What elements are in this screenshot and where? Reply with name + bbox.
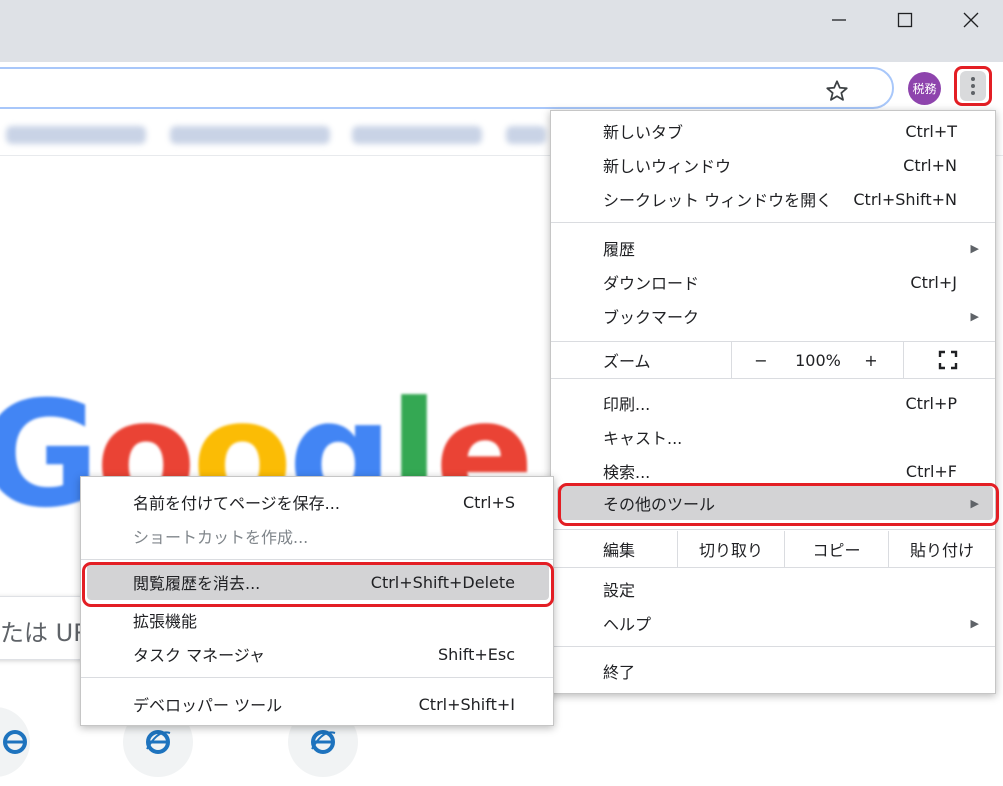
- menu-separator: [551, 529, 995, 530]
- menu-separator: [551, 646, 995, 647]
- cut-button[interactable]: 切り取り: [678, 531, 784, 567]
- menu-item-help[interactable]: ヘルプ ▶: [551, 606, 995, 640]
- maximize-button[interactable]: [872, 0, 938, 40]
- menu-item-label: 新しいタブ: [603, 123, 684, 142]
- menu-item-label: ヘルプ: [603, 615, 652, 634]
- submenu-arrow-icon: ▶: [970, 616, 979, 630]
- menu-item-label: 検索...: [603, 463, 651, 482]
- minimize-button[interactable]: [806, 0, 872, 40]
- menu-item-shortcut: Shift+Esc: [437, 644, 515, 664]
- menu-item-shortcut: Ctrl+J: [910, 272, 957, 292]
- bookmark-item[interactable]: [6, 126, 146, 144]
- menu-separator: [551, 222, 995, 223]
- ie-icon: [146, 730, 171, 754]
- paste-button[interactable]: 貼り付け: [889, 531, 995, 567]
- menu-item-save-page[interactable]: 名前を付けてページを保存... Ctrl+S: [81, 485, 553, 519]
- menu-item-shortcut: Ctrl+T: [905, 121, 957, 141]
- menu-item-developer-tools[interactable]: デベロッパー ツール Ctrl+Shift+I: [81, 687, 553, 721]
- title-bar: [0, 0, 1003, 62]
- edit-label: 編集: [603, 541, 636, 560]
- menu-item-new-window[interactable]: 新しいウィンドウ Ctrl+N: [551, 148, 995, 182]
- menu-item-shortcut: Ctrl+N: [903, 155, 957, 175]
- kebab-menu-icon[interactable]: [960, 71, 986, 101]
- menu-item-shortcut: Ctrl+Shift+I: [418, 694, 515, 714]
- submenu-arrow-icon: ▶: [970, 241, 979, 255]
- ie-icon: [3, 730, 27, 754]
- bookmark-item[interactable]: [170, 126, 330, 144]
- zoom-out-button[interactable]: −: [746, 342, 776, 378]
- zoom-label: ズーム: [603, 352, 651, 371]
- menu-item-label: ブックマーク: [603, 308, 700, 327]
- menu-item-label: ショートカットを作成...: [133, 528, 309, 547]
- close-icon: [963, 12, 979, 28]
- profile-avatar[interactable]: 税務: [908, 72, 941, 105]
- maximize-icon: [897, 12, 913, 28]
- menu-item-incognito[interactable]: シークレット ウィンドウを開く Ctrl+Shift+N: [551, 182, 995, 216]
- menu-item-print[interactable]: 印刷... Ctrl+P: [551, 386, 995, 420]
- menu-item-exit[interactable]: 終了: [551, 654, 995, 688]
- more-tools-highlight: [558, 483, 999, 526]
- menu-separator: [551, 378, 995, 379]
- menu-item-downloads[interactable]: ダウンロード Ctrl+J: [551, 265, 995, 299]
- menu-item-settings[interactable]: 設定: [551, 572, 995, 606]
- minimize-icon: [832, 19, 846, 21]
- clear-data-highlight: [82, 562, 554, 607]
- bookmark-item[interactable]: [352, 126, 482, 144]
- menu-separator: [81, 677, 553, 678]
- fullscreen-button[interactable]: [923, 342, 973, 378]
- menu-item-label: デベロッパー ツール: [133, 696, 283, 715]
- menu-item-create-shortcut[interactable]: ショートカットを作成...: [81, 519, 553, 553]
- menu-separator: [551, 567, 995, 568]
- menu-item-label: ダウンロード: [603, 274, 700, 293]
- menu-item-label: キャスト...: [603, 429, 683, 448]
- ie-icon: [311, 730, 336, 754]
- menu-item-label: タスク マネージャ: [133, 646, 265, 665]
- menu-item-label: 設定: [603, 581, 636, 600]
- menu-item-bookmarks[interactable]: ブックマーク ▶: [551, 299, 995, 333]
- menu-item-label: 終了: [603, 663, 636, 682]
- menu-separator: [81, 559, 553, 560]
- menu-item-extensions[interactable]: 拡張機能: [81, 603, 553, 637]
- toolbar: 税務: [0, 62, 1003, 114]
- bookmark-item[interactable]: [506, 126, 546, 144]
- menu-item-label: 履歴: [603, 240, 636, 259]
- close-button[interactable]: [938, 0, 1003, 40]
- menu-item-shortcut: Ctrl+P: [905, 393, 957, 413]
- divider: [731, 342, 732, 378]
- menu-item-label: 拡張機能: [133, 612, 198, 631]
- shortcut-tile[interactable]: [0, 707, 30, 777]
- submenu-arrow-icon: ▶: [970, 309, 979, 323]
- search-placeholder: たは UR: [0, 619, 90, 647]
- menu-item-cast[interactable]: キャスト...: [551, 420, 995, 454]
- zoom-in-button[interactable]: +: [856, 342, 886, 378]
- zoom-value: 100%: [795, 350, 841, 370]
- menu-item-shortcut: Ctrl+S: [462, 492, 515, 512]
- menu-item-shortcut: Ctrl+Shift+N: [853, 189, 957, 209]
- menu-item-history[interactable]: 履歴 ▶: [551, 231, 995, 265]
- menu-item-new-tab[interactable]: 新しいタブ Ctrl+T: [551, 114, 995, 148]
- bookmark-star-icon[interactable]: [824, 78, 850, 104]
- zoom-row: ズーム − 100% +: [551, 342, 995, 378]
- menu-item-label: 印刷...: [603, 395, 651, 414]
- fullscreen-icon: [938, 350, 958, 370]
- divider: [903, 342, 904, 378]
- chrome-main-menu: 新しいタブ Ctrl+T 新しいウィンドウ Ctrl+N シークレット ウィンド…: [550, 110, 996, 694]
- copy-button[interactable]: コピー: [785, 531, 888, 567]
- menu-item-label: シークレット ウィンドウを開く: [603, 191, 833, 210]
- edit-row: 編集 切り取り コピー 貼り付け: [551, 531, 995, 567]
- menu-item-task-manager[interactable]: タスク マネージャ Shift+Esc: [81, 637, 553, 671]
- menu-item-shortcut: Ctrl+F: [905, 461, 957, 481]
- address-bar[interactable]: [0, 67, 894, 109]
- menu-button-highlight[interactable]: [954, 66, 992, 106]
- menu-item-label: 名前を付けてページを保存...: [133, 494, 340, 513]
- menu-item-label: 新しいウィンドウ: [603, 157, 732, 176]
